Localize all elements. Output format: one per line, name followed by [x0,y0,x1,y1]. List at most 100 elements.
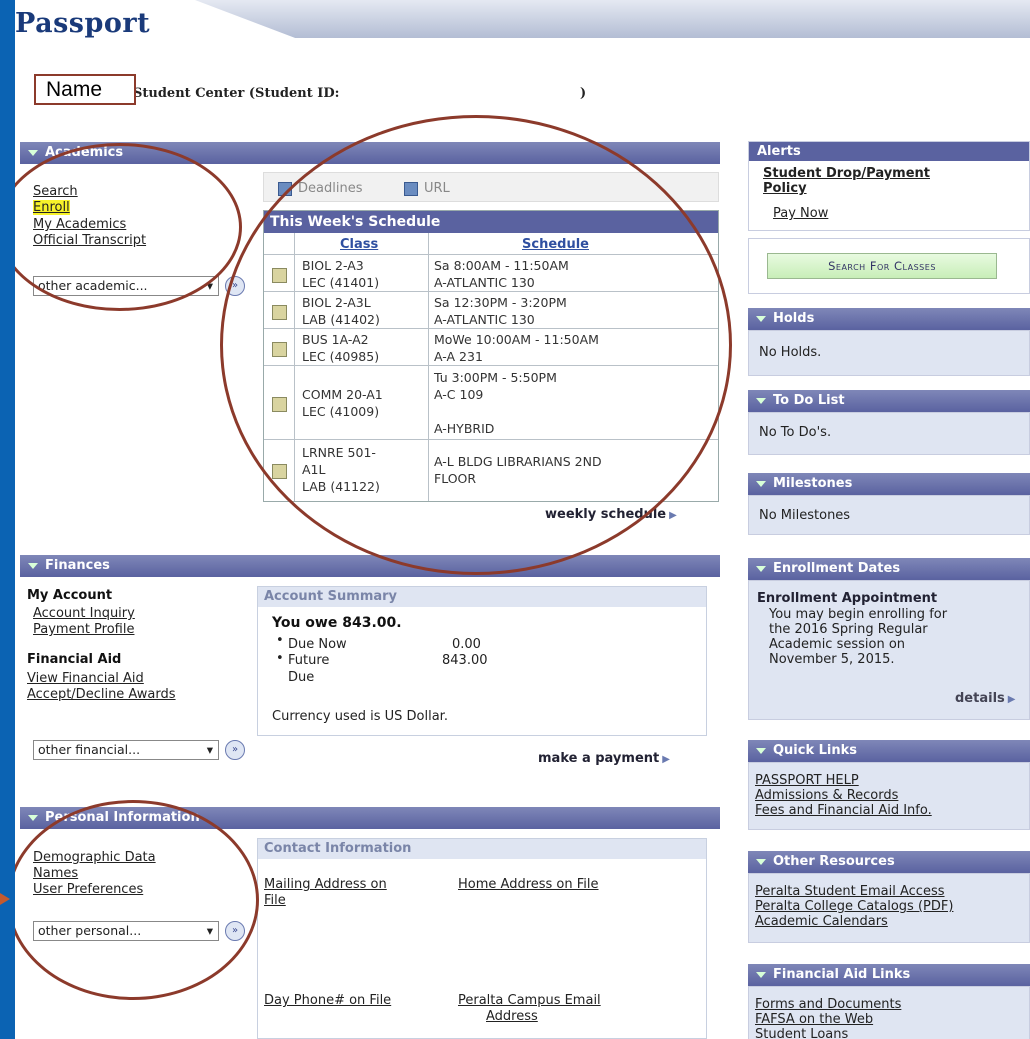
class-detail-icon[interactable] [272,305,287,320]
weekly-schedule-table: This Week's Schedule Class Schedule BIOL… [263,210,719,502]
schedule-room-2: FLOOR [434,471,477,486]
account-inquiry-link[interactable]: Account Inquiry [33,606,135,621]
holds-text: No Holds. [759,345,822,360]
schedule-room: A-ATLANTIC 130 [434,312,535,327]
accept-decline-awards-link[interactable]: Accept/Decline Awards [27,687,176,702]
collapse-icon [756,971,766,978]
col-class[interactable]: Class [340,237,378,252]
make-payment-link[interactable]: make a payment ▶ [538,751,670,766]
other-resources-header[interactable]: Other Resources [748,851,1030,873]
contact-information-title: Contact Information [258,839,706,859]
milestones-header[interactable]: Milestones [748,473,1030,495]
home-address-link[interactable]: Home Address on File [458,877,599,892]
mailing-address-link-2[interactable]: File [264,893,286,908]
go-button-icon[interactable]: » [225,740,245,760]
collapse-icon [28,814,38,821]
currency-note: Currency used is US Dollar. [272,709,448,724]
college-catalogs-link[interactable]: Peralta College Catalogs (PDF) [755,899,953,914]
enrollment-dates-header[interactable]: Enrollment Dates [748,558,1030,580]
forms-documents-link[interactable]: Forms and Documents [755,997,901,1012]
col-schedule[interactable]: Schedule [522,237,589,252]
enrollment-line: Academic session on [769,637,906,652]
view-financial-aid-link[interactable]: View Financial Aid [27,671,144,686]
official-transcript-link[interactable]: Official Transcript [33,233,146,248]
class-detail-icon[interactable] [272,342,287,357]
class-detail-icon[interactable] [272,397,287,412]
collapse-icon [756,747,766,754]
tab-url[interactable]: URL [404,181,450,196]
enroll-link[interactable]: Enroll [33,200,70,215]
student-drop-policy-link-2[interactable]: Policy [763,181,807,196]
schedule-room: A-ATLANTIC 130 [434,275,535,290]
future-due-label: Future [288,653,330,668]
collapse-icon [756,397,766,404]
campus-email-link-2[interactable]: Address [486,1009,538,1024]
other-personal-select[interactable]: other personal... ▾ [33,921,219,941]
account-summary-title: Account Summary [258,587,706,607]
class-name: BUS 1A-A2 [302,332,369,347]
class-section: LEC (40985) [302,349,380,364]
collapse-icon [28,149,38,156]
schedule-mode: A-HYBRID [434,421,495,436]
bullet-icon: • [276,633,284,648]
name-annotation-box: Name [34,74,136,105]
go-button-icon[interactable]: » [225,921,245,941]
go-button-icon[interactable]: » [225,276,245,296]
class-name: BIOL 2-A3L [302,295,371,310]
finances-header[interactable]: Finances [20,555,720,577]
personal-information-header[interactable]: Personal Information [20,807,720,829]
holds-header[interactable]: Holds [748,308,1030,330]
names-link[interactable]: Names [33,866,78,881]
academics-tabstrip: Deadlines URL [263,172,719,202]
class-detail-icon[interactable] [272,464,287,479]
class-detail-icon[interactable] [272,268,287,283]
pay-now-link[interactable]: Pay Now [773,206,828,221]
details-link[interactable]: details ▶ [955,691,1015,706]
milestones-text: No Milestones [759,508,851,523]
class-name: BIOL 2-A3 [302,258,364,273]
enrollment-appointment-heading: Enrollment Appointment [757,591,938,606]
admissions-records-link[interactable]: Admissions & Records [755,788,898,803]
my-academics-link[interactable]: My Academics [33,217,126,232]
other-academic-select[interactable]: other academic... ▾ [33,276,219,296]
student-drop-policy-link[interactable]: Student Drop/Payment [763,166,930,181]
weekly-schedule-link[interactable]: weekly schedule ▶ [545,507,677,522]
payment-profile-link[interactable]: Payment Profile [33,622,134,637]
contact-information-box: Contact Information Mailing Address on F… [257,838,707,1039]
fafsa-link[interactable]: FAFSA on the Web [755,1012,873,1027]
todo-text: No To Do's. [759,425,832,440]
due-now-label: Due Now [288,637,347,652]
search-for-classes-button[interactable]: Search For Classes [767,253,997,279]
day-phone-link[interactable]: Day Phone# on File [264,993,391,1008]
campus-email-link[interactable]: Peralta Campus Email [458,993,601,1008]
student-loans-link[interactable]: Student Loans [755,1027,848,1039]
user-preferences-link[interactable]: User Preferences [33,882,143,897]
enrollment-line: the 2016 Spring Regular [769,622,928,637]
mailing-address-link[interactable]: Mailing Address on [264,877,387,892]
due-now-value: 0.00 [452,637,481,652]
account-summary-box: Account Summary You owe 843.00. • Due No… [257,586,707,736]
dropdown-arrow-icon: ▾ [206,742,213,757]
demographic-data-link[interactable]: Demographic Data [33,850,156,865]
student-email-link[interactable]: Peralta Student Email Access [755,884,945,899]
search-link[interactable]: Search [33,184,78,199]
collapse-icon [756,315,766,322]
class-section: LAB (41402) [302,312,380,327]
page: Passport Student Center (Student ID: ) N… [15,0,1030,1039]
my-account-heading: My Account [27,588,113,603]
quick-links-header[interactable]: Quick Links [748,740,1030,762]
enrollment-line: November 5, 2015. [769,652,895,667]
academics-header[interactable]: Academics [20,142,720,164]
tab-deadlines[interactable]: Deadlines [278,181,362,196]
bullet-icon: • [276,651,284,666]
schedule-room: A-L BLDG LIBRARIANS 2ND [434,454,602,469]
alerts-box: Alerts Student Drop/Payment Policy Pay N… [748,141,1030,231]
academic-calendars-link[interactable]: Academic Calendars [755,914,888,929]
passport-help-link[interactable]: PASSPORT HELP [755,773,859,788]
class-section: A1L [302,462,326,477]
todo-header[interactable]: To Do List [748,390,1030,412]
other-financial-select[interactable]: other financial... ▾ [33,740,219,760]
class-section: LEC (41401) [302,275,380,290]
financial-aid-links-header[interactable]: Financial Aid Links [748,964,1030,986]
fees-financial-aid-link[interactable]: Fees and Financial Aid Info. [755,803,932,818]
